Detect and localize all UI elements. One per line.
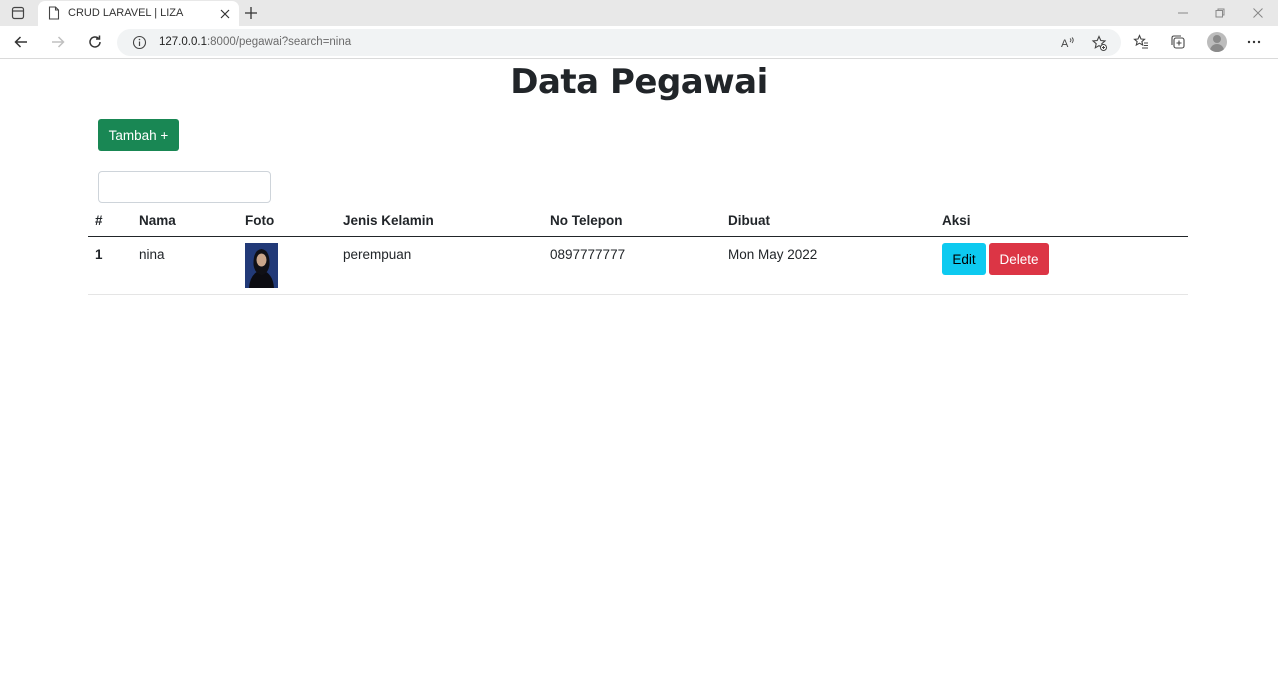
- back-arrow-icon[interactable]: [11, 32, 31, 52]
- url-host: 127.0.0.1: [159, 36, 207, 48]
- employee-table: # Nama Foto Jenis Kelamin No Telepon Dib…: [88, 204, 1188, 295]
- header-nama: Nama: [139, 213, 176, 228]
- search-input[interactable]: [98, 171, 271, 203]
- avatar-body: [1210, 44, 1224, 52]
- browser-toolbar: 127.0.0.1:8000/pegawai?search=nina A: [0, 26, 1278, 59]
- close-window-icon[interactable]: [1250, 5, 1266, 21]
- table-header: # Nama Foto Jenis Kelamin No Telepon Dib…: [88, 204, 1188, 237]
- refresh-icon[interactable]: [85, 32, 105, 52]
- add-favorite-icon[interactable]: [1090, 34, 1108, 52]
- site-info-icon[interactable]: [132, 35, 147, 55]
- browser-tab-bar: CRUD LARAVEL | LIZA: [0, 0, 1278, 26]
- collections-icon[interactable]: [1168, 32, 1188, 52]
- browser-tab[interactable]: CRUD LARAVEL | LIZA: [38, 1, 239, 26]
- url-path: :8000/pegawai?search=nina: [206, 36, 352, 48]
- table-row: 1 nina perempuan 0897777777 Mon May 2022…: [88, 237, 1188, 295]
- url-text[interactable]: 127.0.0.1:8000/pegawai?search=nina: [159, 36, 351, 48]
- row-number: 1: [95, 247, 103, 262]
- header-aksi: Aksi: [942, 213, 971, 228]
- page-title: Data Pegawai: [510, 62, 768, 102]
- favorites-icon[interactable]: [1131, 32, 1151, 52]
- header-no-telepon: No Telepon: [550, 213, 623, 228]
- close-tab-icon[interactable]: [218, 7, 231, 20]
- minimize-icon[interactable]: [1175, 5, 1191, 21]
- employee-photo: [245, 243, 278, 288]
- read-aloud-icon[interactable]: A: [1059, 34, 1077, 52]
- more-menu-icon[interactable]: [1244, 32, 1264, 52]
- svg-text:A: A: [1061, 38, 1069, 50]
- employee-gender: perempuan: [343, 247, 412, 262]
- profile-avatar-icon[interactable]: [1207, 32, 1227, 52]
- header-dibuat: Dibuat: [728, 213, 770, 228]
- add-employee-button[interactable]: Tambah +: [98, 119, 179, 151]
- new-tab-icon[interactable]: [242, 4, 260, 22]
- edit-button[interactable]: Edit: [942, 243, 986, 275]
- tab-title: CRUD LARAVEL | LIZA: [68, 7, 184, 19]
- avatar-head: [1213, 35, 1221, 43]
- address-bar[interactable]: 127.0.0.1:8000/pegawai?search=nina A: [117, 29, 1121, 56]
- restore-icon[interactable]: [1212, 5, 1228, 21]
- employee-created: Mon May 2022: [728, 247, 818, 262]
- employee-phone: 0897777777: [550, 247, 626, 262]
- page-icon: [48, 6, 60, 25]
- employee-name: nina: [139, 247, 165, 262]
- header-num: #: [95, 213, 103, 228]
- forward-arrow-icon[interactable]: [48, 32, 68, 52]
- header-foto: Foto: [245, 213, 275, 228]
- tab-actions-icon[interactable]: [0, 0, 36, 26]
- header-jenis-kelamin: Jenis Kelamin: [343, 213, 434, 228]
- delete-button[interactable]: Delete: [989, 243, 1049, 275]
